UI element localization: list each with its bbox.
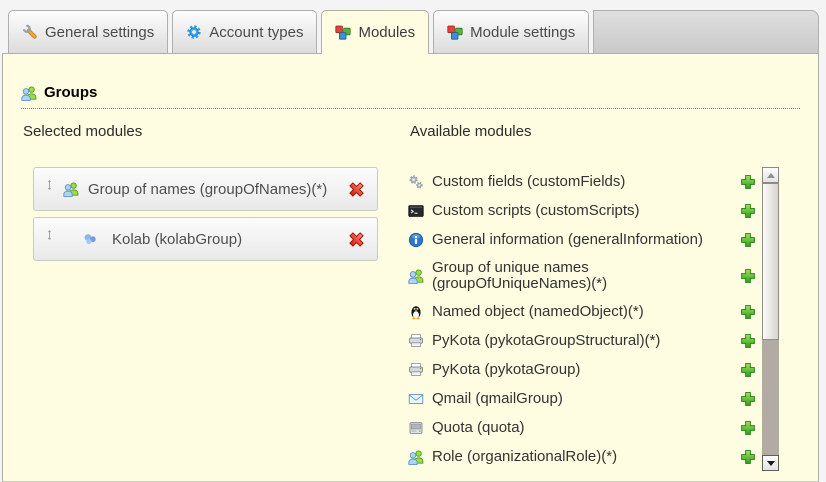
- scrollbar-thumb[interactable]: [762, 183, 779, 340]
- module-name: Named object (namedObject)(*): [432, 304, 644, 320]
- module-name: Quota (quota): [432, 420, 525, 436]
- tab-module-settings[interactable]: Module settings: [433, 10, 589, 53]
- module-name: Group of unique names (groupOfUniqueName…: [432, 260, 664, 292]
- available-module-row: PyKota (pykotaGroup): [408, 355, 756, 384]
- module-name: Custom fields (customFields): [432, 174, 625, 190]
- account-types-icon: [186, 24, 202, 40]
- available-module-row: Custom fields (customFields): [408, 167, 756, 196]
- selected-module-row[interactable]: Kolab (kolabGroup): [33, 217, 378, 261]
- module-name: Role (organizationalRole)(*): [432, 449, 617, 465]
- available-modules-column: Available modules Custom fields (customF…: [408, 123, 800, 471]
- custom-fields-icon: [408, 174, 424, 190]
- scrollbar-track[interactable]: [762, 183, 779, 455]
- settings-panel: General settings Account types Modules M…: [2, 10, 819, 482]
- available-module-row: Quota (quota): [408, 413, 756, 442]
- module-name: Custom scripts (customScripts): [432, 203, 640, 219]
- tab-bar-filler: [593, 10, 819, 53]
- module-name: PyKota (pykotaGroupStructural)(*): [432, 333, 660, 349]
- add-module-button[interactable]: [740, 362, 756, 378]
- scroll-up-button[interactable]: [762, 167, 779, 183]
- module-name: General information (generalInformation): [432, 232, 703, 248]
- drag-handle-icon[interactable]: [44, 178, 55, 192]
- tab-general-settings[interactable]: General settings: [8, 10, 168, 53]
- add-module-button[interactable]: [740, 232, 756, 248]
- tab-account-types[interactable]: Account types: [172, 10, 317, 53]
- available-module-row: Custom scripts (customScripts): [408, 196, 756, 225]
- remove-module-button[interactable]: [348, 181, 365, 198]
- drive-icon: [408, 420, 424, 436]
- scroll-down-button[interactable]: [762, 455, 779, 471]
- tab-modules[interactable]: Modules: [321, 10, 429, 54]
- available-modules-scrollbar[interactable]: [762, 167, 779, 471]
- modules-icon: [447, 24, 463, 40]
- selected-modules-column: Selected modules Group of names (groupOf…: [21, 123, 408, 471]
- add-module-button[interactable]: [740, 391, 756, 407]
- tab-bar: General settings Account types Modules M…: [2, 10, 819, 54]
- tab-label: Account types: [209, 24, 303, 41]
- module-name: PyKota (pykotaGroup): [432, 362, 580, 378]
- module-name: Qmail (qmailGroup): [432, 391, 563, 407]
- add-module-button[interactable]: [740, 268, 756, 284]
- drag-handle-icon[interactable]: [44, 228, 55, 242]
- available-modules-list: Custom fields (customFields) Custom scri…: [408, 167, 756, 471]
- add-module-button[interactable]: [740, 174, 756, 190]
- section-title: Groups: [44, 84, 97, 101]
- printer-icon: [408, 362, 424, 378]
- module-name: Kolab (kolabGroup): [112, 231, 242, 248]
- arrow-down-icon: [767, 461, 775, 466]
- mail-icon: [408, 391, 424, 407]
- terminal-icon: [408, 203, 424, 219]
- available-module-row: General information (generalInformation): [408, 225, 756, 254]
- remove-module-button[interactable]: [348, 231, 365, 248]
- available-module-row: PyKota (pykotaGroupStructural)(*): [408, 326, 756, 355]
- selected-modules-list: Group of names (groupOfNames)(*) Kolab (…: [33, 167, 378, 261]
- add-module-button[interactable]: [740, 420, 756, 436]
- wrench-icon: [22, 24, 38, 40]
- printer-icon: [408, 333, 424, 349]
- kolab-icon: [82, 231, 98, 247]
- modules-icon: [335, 24, 351, 40]
- selected-modules-label: Selected modules: [23, 123, 408, 140]
- modules-tab-content: Groups Selected modules Group of names (…: [2, 54, 819, 482]
- penguin-icon: [408, 304, 424, 320]
- module-name: Group of names (groupOfNames)(*): [88, 181, 327, 198]
- groups-icon: [21, 85, 37, 101]
- selected-module-row[interactable]: Group of names (groupOfNames)(*): [33, 167, 378, 211]
- add-module-button[interactable]: [740, 304, 756, 320]
- tab-label: Module settings: [470, 24, 575, 41]
- group-icon: [408, 268, 424, 284]
- group-icon: [408, 449, 424, 465]
- arrow-up-icon: [767, 173, 775, 178]
- add-module-button[interactable]: [740, 449, 756, 465]
- available-module-row: Group of unique names (groupOfUniqueName…: [408, 254, 756, 297]
- add-module-button[interactable]: [740, 333, 756, 349]
- available-module-row: Qmail (qmailGroup): [408, 384, 756, 413]
- section-heading: Groups: [21, 84, 800, 109]
- available-module-row: Named object (namedObject)(*): [408, 297, 756, 326]
- info-icon: [408, 232, 424, 248]
- group-icon: [63, 181, 79, 197]
- tab-label: Modules: [358, 24, 415, 41]
- tab-label: General settings: [45, 24, 154, 41]
- add-module-button[interactable]: [740, 203, 756, 219]
- available-modules-label: Available modules: [410, 123, 800, 140]
- available-module-row: Role (organizationalRole)(*): [408, 442, 756, 471]
